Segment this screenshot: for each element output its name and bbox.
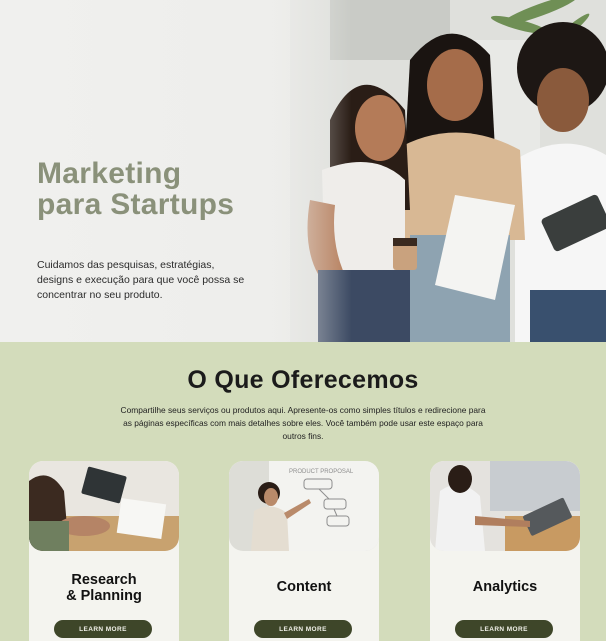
card-image-research xyxy=(29,461,179,551)
hero-title-line1: Marketing xyxy=(37,157,182,190)
service-card-analytics: Analytics LEARN MORE xyxy=(430,461,580,641)
learn-more-button-research[interactable]: LEARN MORE xyxy=(54,620,152,638)
offer-title: O Que Oferecemos xyxy=(187,366,419,394)
photo-whiteboard-icon: PRODUCT PROPOSAL xyxy=(229,461,379,551)
service-card-content: PRODUCT PROPOSAL Content LEARN MORE xyxy=(229,461,379,641)
offer-section: O Que Oferecemos Compartilhe seus serviç… xyxy=(0,342,606,641)
offer-description: Compartilhe seus serviços ou produtos aq… xyxy=(120,405,486,441)
service-card-research: Research & Planning LEARN MORE xyxy=(29,461,179,641)
learn-more-button-content[interactable]: LEARN MORE xyxy=(254,620,352,638)
card-title-analytics: Analytics xyxy=(472,579,538,595)
photo-research-icon xyxy=(29,461,179,551)
learn-more-button-analytics[interactable]: LEARN MORE xyxy=(455,620,553,638)
svg-text:PRODUCT PROPOSAL: PRODUCT PROPOSAL xyxy=(289,469,354,475)
card-title-research-line2: & Planning xyxy=(66,588,142,604)
hero-description: Cuidamos das pesquisas, estratégias, des… xyxy=(37,259,245,301)
card-title-research-line1: Research xyxy=(71,572,137,588)
hero-section: Marketing para Startups Cuidamos das pes… xyxy=(0,0,606,342)
hero-title-line2: para Startups xyxy=(37,188,235,221)
card-image-content: PRODUCT PROPOSAL xyxy=(229,461,379,551)
card-image-analytics xyxy=(430,461,580,551)
hero-title: Marketing para Startups xyxy=(37,158,234,220)
card-title-content: Content xyxy=(276,579,332,595)
card-title-research: Research & Planning xyxy=(29,572,179,604)
photo-laptop-icon xyxy=(430,461,580,551)
